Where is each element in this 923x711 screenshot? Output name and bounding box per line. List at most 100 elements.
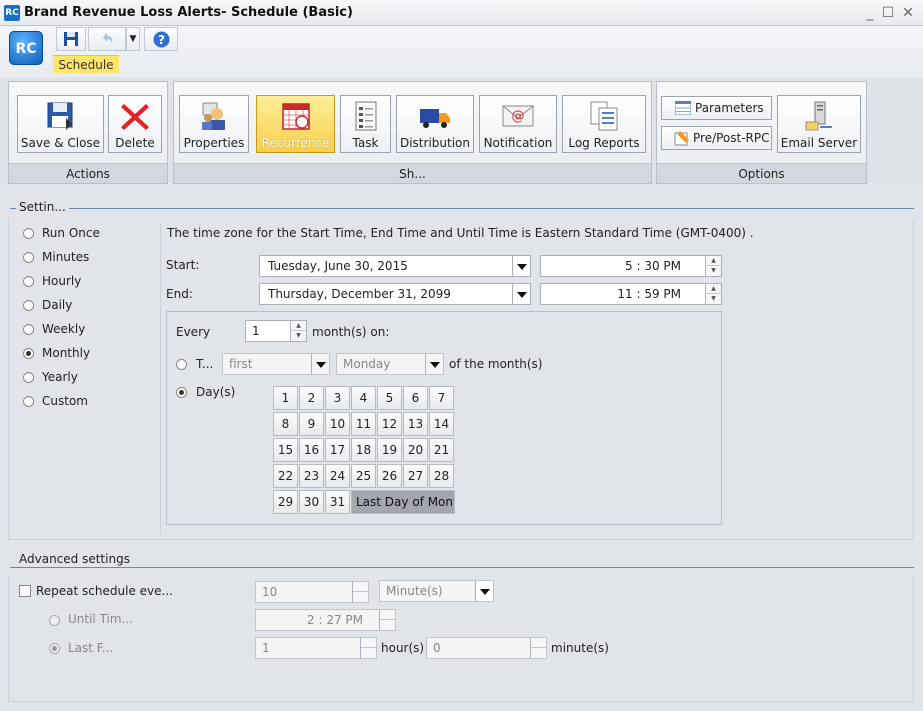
spin-down-icon[interactable]: ▼	[706, 294, 721, 304]
repeat-unit-dropdown-icon[interactable]	[475, 581, 493, 601]
frequency-radio-daily[interactable]	[23, 300, 34, 311]
start-time-spinner[interactable]: ▲ ▼	[705, 256, 721, 276]
pre-post-rpc-button[interactable]: Pre/Post-RPC	[661, 126, 772, 150]
email-server-button[interactable]: Email Server	[777, 95, 861, 153]
day-button[interactable]: 31	[325, 490, 350, 514]
frequency-radio-monthly[interactable]	[23, 348, 34, 359]
save-close-button[interactable]: Save & Close	[17, 95, 104, 153]
day-button[interactable]: 15	[273, 438, 298, 462]
app-logo[interactable]: RC	[9, 31, 43, 65]
day-button[interactable]: 22	[273, 464, 298, 488]
day-button[interactable]: 6	[403, 386, 428, 410]
spin-down-icon[interactable]: ▼	[706, 266, 721, 276]
distribution-button[interactable]: Distribution	[396, 95, 474, 153]
day-button[interactable]: 28	[429, 464, 454, 488]
spin-down-icon[interactable]	[531, 648, 546, 658]
day-button[interactable]: 27	[403, 464, 428, 488]
restore-button[interactable]: ☐	[880, 5, 896, 21]
until-time-radio[interactable]	[49, 615, 60, 626]
spin-down-icon[interactable]	[361, 648, 376, 658]
tab-schedule[interactable]: Schedule	[53, 55, 119, 73]
start-date-picker[interactable]: Tuesday, June 30, 2015	[259, 255, 531, 277]
last-minutes-spinner[interactable]	[530, 638, 546, 658]
last-minutes-field[interactable]: 0	[426, 637, 547, 659]
until-time-field[interactable]: 2 : 27 PM	[255, 609, 396, 631]
weekday-select[interactable]: Monday	[336, 353, 444, 375]
day-button[interactable]: 14	[429, 412, 454, 436]
quick-help-button[interactable]: ?	[144, 27, 178, 51]
day-button[interactable]: 29	[273, 490, 298, 514]
notification-button[interactable]: @ Notification	[479, 95, 557, 153]
spin-down-icon[interactable]	[353, 592, 368, 602]
day-button[interactable]: 12	[377, 412, 402, 436]
frequency-radio-run-once[interactable]	[23, 228, 34, 239]
frequency-radio-custom[interactable]	[23, 396, 34, 407]
every-months-field[interactable]: 1 ▲ ▼	[245, 320, 307, 342]
quick-more-button[interactable]: ▼	[126, 27, 140, 51]
day-button[interactable]: 1	[273, 386, 298, 410]
start-date-dropdown-icon[interactable]	[512, 256, 530, 276]
spin-down-icon[interactable]: ▼	[291, 331, 306, 341]
day-button[interactable]: 24	[325, 464, 350, 488]
day-button[interactable]: 3	[325, 386, 350, 410]
day-button[interactable]: 13	[403, 412, 428, 436]
spin-up-icon[interactable]: ▲	[291, 321, 306, 331]
day-button[interactable]: 23	[299, 464, 324, 488]
day-button[interactable]: 26	[377, 464, 402, 488]
repeat-interval-spinner[interactable]	[352, 582, 368, 602]
day-button[interactable]: 17	[325, 438, 350, 462]
end-date-picker[interactable]: Thursday, December 31, 2099	[259, 283, 531, 305]
last-day-of-month-button[interactable]: Last Day of Month	[351, 490, 455, 514]
start-time-field[interactable]: 5 : 30 PM ▲ ▼	[540, 255, 722, 277]
parameters-button[interactable]: Parameters	[661, 96, 772, 120]
last-hours-spinner[interactable]	[360, 638, 376, 658]
ordinal-dropdown-icon[interactable]	[311, 354, 329, 374]
day-button[interactable]: 10	[325, 412, 350, 436]
last-hours-field[interactable]: 1	[255, 637, 377, 659]
day-button[interactable]: 5	[377, 386, 402, 410]
day-button[interactable]: 30	[299, 490, 324, 514]
last-for-radio[interactable]	[49, 643, 60, 654]
frequency-radio-minutes[interactable]	[23, 252, 34, 263]
day-button[interactable]: 19	[377, 438, 402, 462]
repeat-interval-field[interactable]: 10	[255, 581, 369, 603]
quick-undo-button[interactable]	[88, 27, 126, 51]
spin-up-icon[interactable]: ▲	[706, 284, 721, 294]
weekday-dropdown-icon[interactable]	[425, 354, 443, 374]
spin-down-icon[interactable]	[380, 620, 395, 630]
day-button[interactable]: 8	[273, 412, 298, 436]
day-button[interactable]: 9	[299, 412, 324, 436]
frequency-radio-weekly[interactable]	[23, 324, 34, 335]
day-button[interactable]: 4	[351, 386, 376, 410]
task-button[interactable]: Task	[340, 95, 391, 153]
day-button[interactable]: 2	[299, 386, 324, 410]
every-months-spinner[interactable]: ▲ ▼	[290, 321, 306, 341]
frequency-radio-hourly[interactable]	[23, 276, 34, 287]
spin-up-icon[interactable]	[361, 638, 376, 648]
until-time-spinner[interactable]	[379, 610, 395, 630]
day-button[interactable]: 18	[351, 438, 376, 462]
day-button[interactable]: 21	[429, 438, 454, 462]
properties-button[interactable]: Properties	[179, 95, 249, 153]
repeat-schedule-checkbox[interactable]	[19, 585, 31, 597]
spin-up-icon[interactable]: ▲	[706, 256, 721, 266]
day-button[interactable]: 25	[351, 464, 376, 488]
log-reports-button[interactable]: Log Reports	[562, 95, 646, 153]
frequency-radio-yearly[interactable]	[23, 372, 34, 383]
day-button[interactable]: 11	[351, 412, 376, 436]
day-button[interactable]: 16	[299, 438, 324, 462]
spin-up-icon[interactable]	[531, 638, 546, 648]
day-button[interactable]: 20	[403, 438, 428, 462]
quick-save-button[interactable]	[56, 27, 86, 51]
minimize-button[interactable]: _	[862, 5, 878, 21]
the-weekday-radio[interactable]	[176, 359, 187, 370]
spin-up-icon[interactable]	[353, 582, 368, 592]
close-button[interactable]: ✕	[900, 5, 916, 21]
ordinal-select[interactable]: first	[222, 353, 330, 375]
end-date-dropdown-icon[interactable]	[512, 284, 530, 304]
spin-up-icon[interactable]	[380, 610, 395, 620]
days-radio[interactable]	[176, 387, 187, 398]
end-time-field[interactable]: 11 : 59 PM ▲ ▼	[540, 283, 722, 305]
end-time-spinner[interactable]: ▲ ▼	[705, 284, 721, 304]
recurrence-button[interactable]: Recurrence	[256, 95, 335, 153]
